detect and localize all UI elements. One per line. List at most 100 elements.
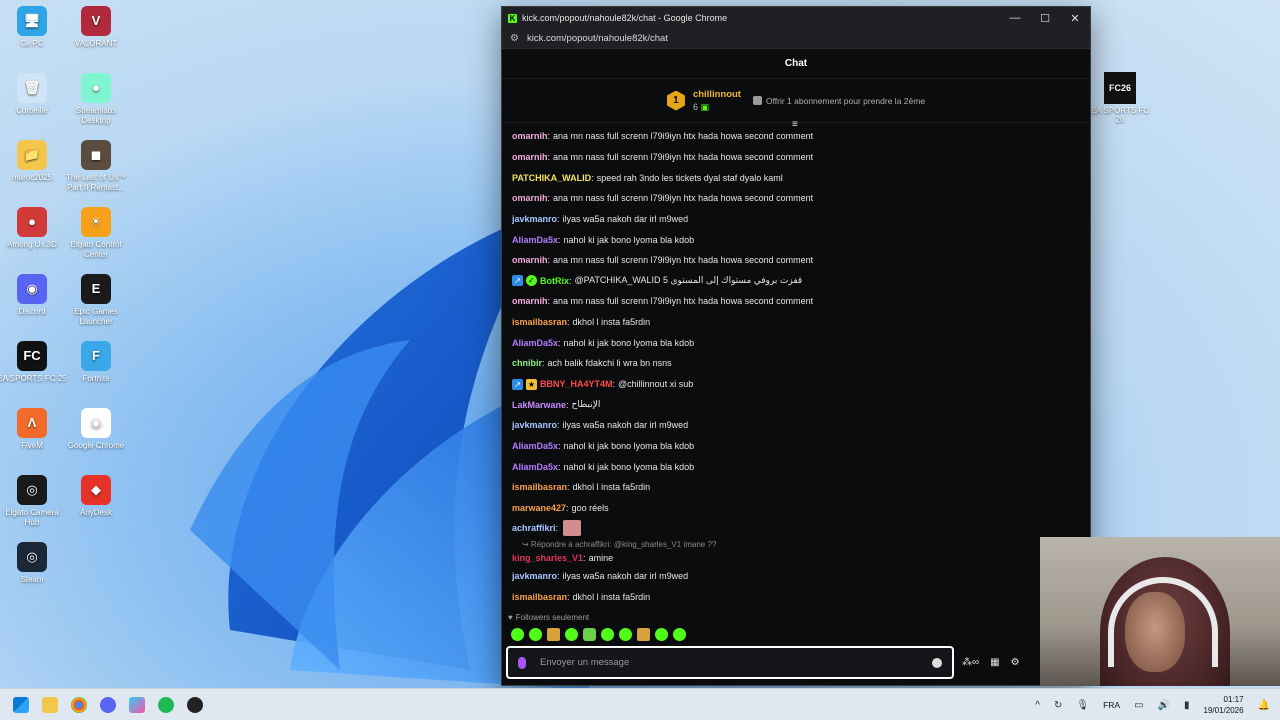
chat-username[interactable]: ismailbasran bbox=[512, 592, 567, 602]
chrome-taskbar-icon[interactable] bbox=[71, 696, 87, 713]
file-explorer-icon[interactable] bbox=[42, 696, 58, 713]
desktop-icon[interactable]: Λ FiveM bbox=[0, 408, 67, 451]
clock[interactable]: 01:17 19/01/2026 bbox=[1204, 694, 1244, 716]
emote-icon[interactable] bbox=[511, 628, 524, 641]
store-icon[interactable]: ▦ bbox=[990, 657, 999, 668]
chat-message[interactable]: king_sharles_V1: amine bbox=[512, 550, 1090, 566]
emote-icon[interactable] bbox=[565, 628, 578, 641]
chat-message[interactable]: ismailbasran: dkhol l insta fa5rdin bbox=[512, 477, 1090, 498]
chat-message[interactable]: omarnih: ana mn nass full screnn l79i9iyn… bbox=[512, 291, 1090, 312]
desktop-icon[interactable]: 📁 maroc2025 bbox=[0, 140, 67, 183]
chat-username[interactable]: ismailbasran bbox=[512, 317, 567, 327]
emoji-icon[interactable] bbox=[932, 657, 942, 668]
address-bar[interactable]: ⚙ kick.com/popout/nahoule82k/chat bbox=[502, 29, 1090, 49]
maximize-icon[interactable]: ☐ bbox=[1030, 12, 1060, 25]
chat-username[interactable]: AliamDa5x bbox=[512, 235, 558, 245]
gift-sub-prompt[interactable]: Offrir 1 abonnement pour prendre la 2ème bbox=[752, 96, 925, 106]
chat-message[interactable]: PATCHIKA_WALID: speed rah 3ndo les ticket… bbox=[512, 167, 1090, 188]
desktop-icon-fc26[interactable]: FC26 EA SPORTS FC 26 bbox=[1090, 72, 1150, 124]
chat-username[interactable]: AliamDa5x bbox=[512, 462, 558, 472]
chat-username[interactable]: AliamDa5x bbox=[512, 441, 558, 451]
chat-username[interactable]: omarnih bbox=[512, 131, 548, 141]
emote-icon[interactable] bbox=[619, 628, 632, 641]
chat-message[interactable]: omarnih: ana mn nass full screnn l79i9iyn… bbox=[512, 147, 1090, 168]
chat-message[interactable]: omarnih: ana mn nass full screnn l79i9iyn… bbox=[512, 188, 1090, 209]
chat-username[interactable]: javkmanro bbox=[512, 420, 557, 430]
emote-icon[interactable] bbox=[673, 628, 686, 641]
chat-message[interactable]: AliamDa5x: nahol ki jak bono lyoma bla kd… bbox=[512, 332, 1090, 353]
close-icon[interactable]: ✕ bbox=[1060, 12, 1090, 25]
spotify-taskbar-icon[interactable] bbox=[158, 696, 174, 713]
emote-icon[interactable] bbox=[655, 628, 668, 641]
battery-icon[interactable]: ▮ bbox=[1184, 700, 1190, 711]
chat-input-box[interactable] bbox=[506, 646, 954, 679]
chat-message[interactable]: omarnih: ana mn nass full screnn l79i9iyn… bbox=[512, 126, 1090, 147]
desktop-icon[interactable]: ◎ Elgato Camera Hub bbox=[0, 475, 67, 528]
chat-message[interactable]: AliamDa5x: nahol ki jak bono lyoma bla kd… bbox=[512, 229, 1090, 250]
network-icon[interactable]: ▭ bbox=[1134, 700, 1143, 711]
discord-taskbar-icon[interactable] bbox=[100, 696, 116, 713]
site-settings-icon[interactable]: ⚙ bbox=[510, 33, 519, 44]
desktop-icon[interactable]: ◉ Google Chrome bbox=[61, 408, 131, 451]
mic-tray-icon[interactable]: 🎙 bbox=[1076, 700, 1089, 711]
desktop-icon[interactable]: ◼ The Last of Us™ Part II Remast... bbox=[61, 140, 131, 193]
chat-username[interactable]: javkmanro bbox=[512, 571, 557, 581]
chat-username[interactable]: omarnih bbox=[512, 255, 548, 265]
chat-message[interactable]: ↗ ★ BBNY_HA4YT4M: @chillinnout xi sub bbox=[512, 374, 1090, 395]
chat-message[interactable]: LakMarwane: الإنبطاح bbox=[512, 394, 1090, 415]
reply-reference[interactable]: ↪ Répondre à achraffikri: @king_sharles_… bbox=[512, 539, 1090, 550]
notifications-icon[interactable]: 🔔 bbox=[1258, 700, 1270, 711]
chat-message[interactable]: ismailbasran: dkhol l insta fa5rdin bbox=[512, 312, 1090, 333]
chat-username[interactable]: omarnih bbox=[512, 152, 548, 162]
chat-username[interactable]: achraffikri bbox=[512, 523, 556, 533]
emote-icon[interactable] bbox=[601, 628, 614, 641]
chat-username[interactable]: king_sharles_V1 bbox=[512, 553, 583, 563]
desktop-icon[interactable]: ◉ Discord bbox=[0, 274, 67, 317]
start-windows-icon[interactable] bbox=[13, 696, 29, 713]
desktop-icon[interactable]: ● Streamlabs Desktop bbox=[61, 73, 131, 126]
chat-message[interactable]: AliamDa5x: nahol ki jak bono lyoma bla kd… bbox=[512, 456, 1090, 477]
chat-message[interactable]: javkmanro: ilyas wa5a nakoh dar irl m9wed bbox=[512, 566, 1090, 587]
desktop-icon[interactable]: ☀ Elgato Control Center bbox=[61, 207, 131, 260]
emote-icon[interactable] bbox=[583, 628, 596, 641]
chat-username[interactable]: ismailbasran bbox=[512, 482, 567, 492]
language-indicator[interactable]: FRA bbox=[1103, 700, 1120, 710]
chat-username[interactable]: marwane427 bbox=[512, 503, 566, 513]
chat-message[interactable]: javkmanro: ilyas wa5a nakoh dar irl m9wed bbox=[512, 415, 1090, 436]
points-icon[interactable]: ⁂∞ bbox=[962, 657, 979, 668]
capcut-taskbar-icon[interactable] bbox=[129, 696, 145, 713]
desktop-icon[interactable]: E Epic Games Launcher bbox=[61, 274, 131, 327]
settings-gear-icon[interactable]: ⚙ bbox=[1011, 657, 1020, 668]
chat-message[interactable]: omarnih: ana mn nass full screnn l79i9iyn… bbox=[512, 250, 1090, 271]
chat-username[interactable]: BBNY_HA4YT4M bbox=[540, 379, 613, 389]
chat-message[interactable]: javkmanro: ilyas wa5a nakoh dar irl m9wed bbox=[512, 209, 1090, 230]
chat-username[interactable]: omarnih bbox=[512, 296, 548, 306]
desktop-icon[interactable]: ◎ Steam bbox=[0, 542, 67, 585]
desktop-icon[interactable]: ● Among Us 3D bbox=[0, 207, 67, 250]
chat-message[interactable]: ismailbasran: dkhol l insta fa5rdin bbox=[512, 586, 1090, 606]
chat-username[interactable]: PATCHIKA_WALID bbox=[512, 173, 591, 183]
top-gifter-banner[interactable]: 1 chillinnout 6 ▣ Offrir 1 abonnement po… bbox=[502, 79, 1090, 123]
chat-message[interactable]: chnibir: ach balik fdakchi li wra bn nsns bbox=[512, 353, 1090, 374]
chat-username[interactable]: javkmanro bbox=[512, 214, 557, 224]
desktop-icon[interactable]: FC EA SPORTS FC 25 bbox=[0, 341, 67, 384]
chat-messages[interactable]: omarnih: ana mn nass full screnn l79i9iyn… bbox=[502, 126, 1090, 606]
chevron-up-icon[interactable]: ^ bbox=[1035, 700, 1040, 711]
emote-icon[interactable] bbox=[529, 628, 542, 641]
chat-username[interactable]: LakMarwane bbox=[512, 400, 566, 410]
chat-username[interactable]: AliamDa5x bbox=[512, 338, 558, 348]
chat-username[interactable]: chnibir bbox=[512, 358, 542, 368]
obs-taskbar-icon[interactable] bbox=[187, 696, 203, 713]
chat-message[interactable]: ↗ ✓ BotRix: @PATCHIKA_WALID قفزت بروفي مستو… bbox=[512, 270, 1090, 291]
chat-message[interactable]: achraffikri: bbox=[512, 518, 1090, 539]
chat-message[interactable]: AliamDa5x: nahol ki jak bono lyoma bla kd… bbox=[512, 436, 1090, 457]
emote-icon[interactable] bbox=[547, 628, 560, 641]
emote-icon[interactable] bbox=[637, 628, 650, 641]
chat-username[interactable]: BotRix bbox=[540, 276, 569, 286]
microphone-icon[interactable] bbox=[518, 656, 526, 669]
chat-username[interactable]: omarnih bbox=[512, 193, 548, 203]
chat-message[interactable]: marwane427: goo réels bbox=[512, 498, 1090, 519]
desktop-icon[interactable]: V VALORANT bbox=[61, 6, 131, 49]
desktop-icon[interactable]: F Fortnite bbox=[61, 341, 131, 384]
gifter-username[interactable]: chillinnout bbox=[693, 89, 741, 101]
